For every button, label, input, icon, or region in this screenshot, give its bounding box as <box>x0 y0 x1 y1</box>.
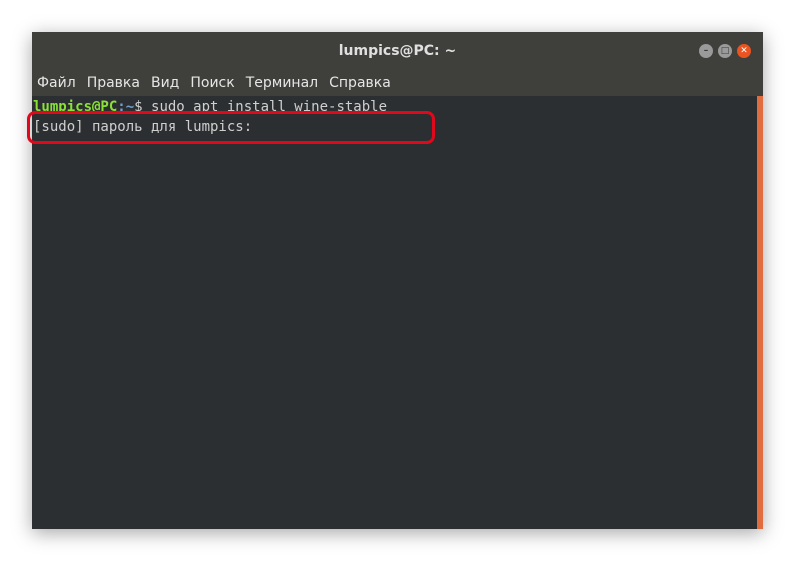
menu-item-terminal[interactable]: Терминал <box>241 75 324 91</box>
close-button[interactable]: ✕ <box>737 44 751 58</box>
menu-item-edit[interactable]: Правка <box>82 75 146 91</box>
highlight-annotation <box>27 111 435 144</box>
title-bar[interactable]: lumpics@PC: ~ – □ ✕ <box>32 32 763 70</box>
scrollbar[interactable] <box>757 96 763 529</box>
menu-item-file[interactable]: Файл <box>32 75 82 91</box>
minimize-icon: – <box>703 45 709 56</box>
menu-bar: Файл Правка Вид Поиск Терминал Справка <box>32 70 763 96</box>
menu-item-view[interactable]: Вид <box>146 75 185 91</box>
window-title: lumpics@PC: ~ <box>338 43 457 59</box>
maximize-button[interactable]: □ <box>718 44 732 58</box>
close-icon: ✕ <box>740 45 748 56</box>
menu-item-help[interactable]: Справка <box>324 75 397 91</box>
terminal-output[interactable]: lumpics@PC:~$ sudo apt install wine-stab… <box>32 96 757 529</box>
menu-item-search[interactable]: Поиск <box>185 75 240 91</box>
minimize-button[interactable]: – <box>699 44 713 58</box>
maximize-icon: □ <box>720 45 730 56</box>
terminal-window: lumpics@PC: ~ – □ ✕ Файл Правка Вид Поис… <box>32 32 763 529</box>
